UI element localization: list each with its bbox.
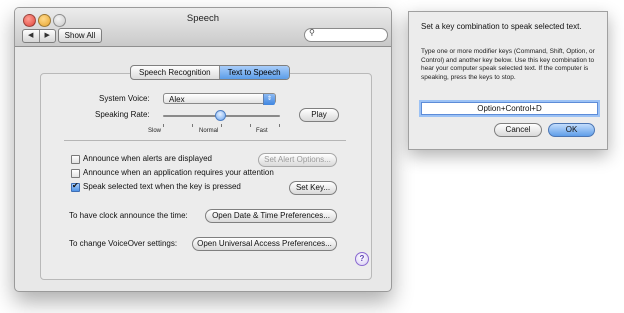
set-key-button[interactable]: Set Key... (289, 181, 337, 195)
window-title: Speech (186, 13, 220, 24)
open-universal-access-button[interactable]: Open Universal Access Preferences... (192, 237, 337, 251)
speak-selected-checkbox[interactable] (71, 181, 80, 192)
announce-alerts-checkbox[interactable] (71, 155, 80, 164)
speak-selected-label: Speak selected text when the key is pres… (83, 182, 241, 191)
ok-button[interactable]: OK (548, 123, 595, 137)
speaking-rate-label: Speaking Rate: (95, 110, 150, 119)
play-button[interactable]: Play (299, 108, 339, 122)
system-voice-select[interactable]: Alex ⇕ (163, 93, 276, 105)
pane-content: Speech Recognition Text to Speech System… (15, 47, 391, 291)
slider-tick (163, 124, 164, 127)
rate-slow-label: Slow (148, 128, 162, 134)
system-voice-value: Alex (169, 95, 185, 104)
show-all-button[interactable]: Show All (58, 28, 102, 43)
set-key-dialog: Set a key combination to speak selected … (408, 11, 608, 150)
forward-arrow-icon[interactable]: ▶ (40, 30, 56, 42)
tab-speech-recognition[interactable]: Speech Recognition (131, 66, 219, 79)
dialog-description: Type one or more modifier keys (Command,… (421, 48, 595, 81)
slider-tick (250, 124, 251, 127)
clock-announce-label: To have clock announce the time: (69, 211, 188, 220)
help-button[interactable]: ? (355, 252, 369, 266)
popup-arrows-icon: ⇕ (263, 94, 275, 105)
tab-control: Speech Recognition Text to Speech (130, 65, 290, 80)
speech-preferences-window: Speech ◀ ▶ Show All ⚲ Speech Recognition… (14, 7, 392, 292)
announce-attention-label: Announce when an application requires yo… (83, 168, 274, 177)
title-bar[interactable]: Speech ◀ ▶ Show All ⚲ (15, 8, 391, 47)
nav-back-forward: ◀ ▶ (22, 29, 56, 43)
rate-normal-label: Normal (199, 128, 219, 134)
magnifier-icon: ⚲ (309, 28, 315, 37)
search-field[interactable]: ⚲ (304, 28, 388, 42)
slider-tick (221, 124, 222, 127)
dialog-heading: Set a key combination to speak selected … (421, 22, 582, 31)
key-combination-field[interactable]: Option+Control+D (421, 102, 598, 115)
open-date-time-button[interactable]: Open Date & Time Preferences... (205, 209, 337, 223)
cancel-button[interactable]: Cancel (494, 123, 542, 137)
announce-alerts-label: Announce when alerts are displayed (83, 154, 212, 163)
rate-fast-label: Fast (256, 128, 268, 134)
set-alert-options-button[interactable]: Set Alert Options... (258, 153, 337, 167)
back-arrow-icon[interactable]: ◀ (23, 30, 40, 42)
voiceover-label: To change VoiceOver settings: (69, 239, 178, 248)
tab-text-to-speech[interactable]: Text to Speech (218, 66, 289, 79)
slider-tick (279, 124, 280, 127)
divider (64, 140, 346, 141)
slider-knob[interactable] (215, 110, 227, 121)
speaking-rate-slider[interactable] (163, 110, 280, 127)
search-input[interactable] (319, 29, 381, 39)
slider-tick (192, 124, 193, 127)
system-voice-label: System Voice: (99, 94, 150, 103)
announce-attention-checkbox[interactable] (71, 169, 80, 178)
